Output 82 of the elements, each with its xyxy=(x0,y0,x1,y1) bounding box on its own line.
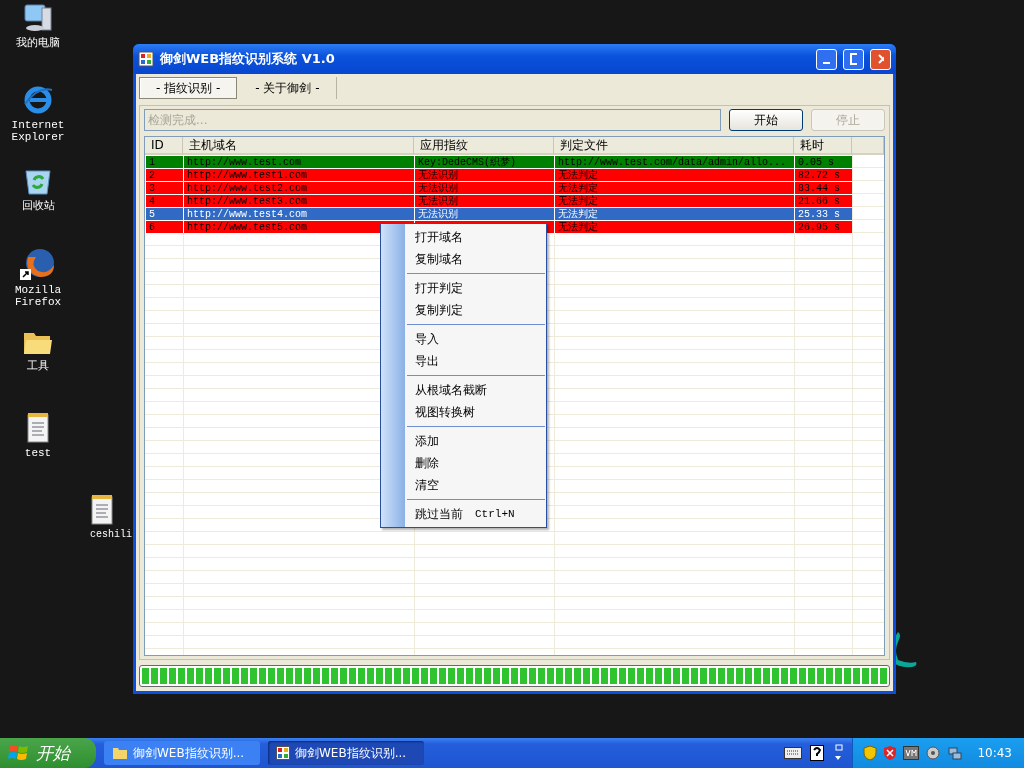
table-cell[interactable]: 26.95 s xyxy=(794,220,852,233)
start-button[interactable]: 开始 xyxy=(729,109,803,131)
table-cell[interactable]: http://www.test4.com xyxy=(183,207,414,220)
speaker-icon[interactable] xyxy=(925,745,942,761)
menu-item[interactable]: 复制判定 xyxy=(381,299,546,321)
desktop-icon-label[interactable]: 我的电脑 xyxy=(16,37,60,49)
table-cell[interactable]: 1 xyxy=(145,155,183,168)
table-cell[interactable]: 6 xyxy=(145,220,183,233)
menu-item[interactable]: 视图转换树 xyxy=(381,401,546,423)
shield-icon[interactable] xyxy=(863,745,878,761)
table-cell[interactable]: 21.66 s xyxy=(794,194,852,207)
table-cell[interactable]: 5 xyxy=(145,207,183,220)
notepad-icon xyxy=(90,494,114,526)
table-cell[interactable]: http://www.test1.com xyxy=(183,168,414,181)
taskbar-button[interactable]: 御剑WEB指纹识别... xyxy=(104,741,260,765)
table-cell[interactable]: http://www.test2.com xyxy=(183,181,414,194)
tab[interactable]: - 指纹识别 - xyxy=(139,77,238,99)
column-header[interactable]: 应用指纹 xyxy=(414,137,554,155)
table-cell[interactable]: 82.72 s xyxy=(794,168,852,181)
column-header[interactable]: ID xyxy=(145,137,183,155)
table-cell[interactable]: 25.33 s xyxy=(794,207,852,220)
app-icon xyxy=(138,51,154,67)
network-icon[interactable] xyxy=(947,745,964,761)
desktop-icon-label[interactable]: Internet Explorer xyxy=(8,119,68,143)
menu-item[interactable]: 删除 xyxy=(381,452,546,474)
table-cell[interactable]: 无法判定 xyxy=(554,181,794,194)
start-button[interactable]: 开始 xyxy=(0,738,96,768)
table-cell[interactable]: 无法判定 xyxy=(554,220,794,233)
table-cell[interactable]: 无法判定 xyxy=(554,207,794,220)
folder-icon xyxy=(112,746,128,760)
table-cell[interactable]: 3 xyxy=(145,181,183,194)
status-field[interactable]: 检测完成... xyxy=(144,109,721,131)
table-cell[interactable]: 无法识别 xyxy=(414,181,554,194)
menu-item[interactable]: 打开判定 xyxy=(381,277,546,299)
column-header[interactable]: 主机域名 xyxy=(183,137,414,155)
minimize-icon xyxy=(823,62,830,64)
app-icon xyxy=(276,746,290,760)
help-icon[interactable] xyxy=(810,745,825,761)
header-filler xyxy=(852,137,884,155)
table-cell[interactable]: 83.44 s xyxy=(794,181,852,194)
keyboard-icon[interactable] xyxy=(784,747,803,759)
table-cell[interactable]: 2 xyxy=(145,168,183,181)
menu-item[interactable]: 导入 xyxy=(381,328,546,350)
desktop-icon-label[interactable]: test xyxy=(24,447,52,459)
table-cell[interactable]: http://www.test.com xyxy=(183,155,414,168)
table-cell[interactable]: 无法判定 xyxy=(554,194,794,207)
menu-item[interactable]: 从根域名截断 xyxy=(381,379,546,401)
tab[interactable]: - 关于御剑 - xyxy=(239,77,337,99)
fox-globe-icon xyxy=(20,247,56,281)
desktop-icon-label[interactable]: 回收站 xyxy=(21,200,55,212)
shield-icon[interactable] xyxy=(883,745,898,761)
flag-icon xyxy=(8,743,30,763)
restore-icon[interactable] xyxy=(832,744,845,762)
table-cell[interactable]: 无法判定 xyxy=(554,168,794,181)
table-cell[interactable]: 无法识别 xyxy=(414,194,554,207)
maximize-button[interactable] xyxy=(843,48,864,70)
table-cell[interactable]: Key:DedeCMS(织梦) xyxy=(414,155,554,168)
desktop-icon-label[interactable]: Mozilla Firefox xyxy=(8,284,68,308)
minimize-button[interactable] xyxy=(816,48,837,70)
table-cell[interactable]: http://www.test.com/data/admin/allo... xyxy=(554,155,794,168)
table-cell[interactable]: 4 xyxy=(145,194,183,207)
table-cell[interactable]: 无法识别 xyxy=(414,207,554,220)
window-title: 御剑WEB指纹识别系统 V1.0 xyxy=(160,50,336,68)
clock: 10:43 xyxy=(977,746,1012,760)
menu-item[interactable]: 添加 xyxy=(381,430,546,452)
menu-item[interactable]: 导出 xyxy=(381,350,546,372)
column-header[interactable]: 判定文件 xyxy=(554,137,794,155)
menu-item[interactable]: 复制域名 xyxy=(381,248,546,270)
menu-item[interactable]: 跳过当前 Ctrl+N xyxy=(381,503,546,525)
notepad-icon xyxy=(26,412,50,444)
computer-icon xyxy=(22,2,54,34)
table-cell[interactable]: 无法识别 xyxy=(414,168,554,181)
vm-icon[interactable] xyxy=(903,746,920,760)
table-cell[interactable]: 0.05 s xyxy=(794,155,852,168)
menu-item[interactable]: 清空 xyxy=(381,474,546,496)
close-button[interactable] xyxy=(870,48,891,70)
desktop-icon-label[interactable]: 工具 xyxy=(27,360,49,372)
browser-e-icon xyxy=(22,84,54,116)
table-cell[interactable]: http://www.test3.com xyxy=(183,194,414,207)
column-header[interactable]: 耗时 xyxy=(794,137,852,155)
desktop-icon-label[interactable]: ceshili xyxy=(90,529,132,541)
taskbar-button[interactable]: 御剑WEB指纹识别... xyxy=(268,741,424,765)
